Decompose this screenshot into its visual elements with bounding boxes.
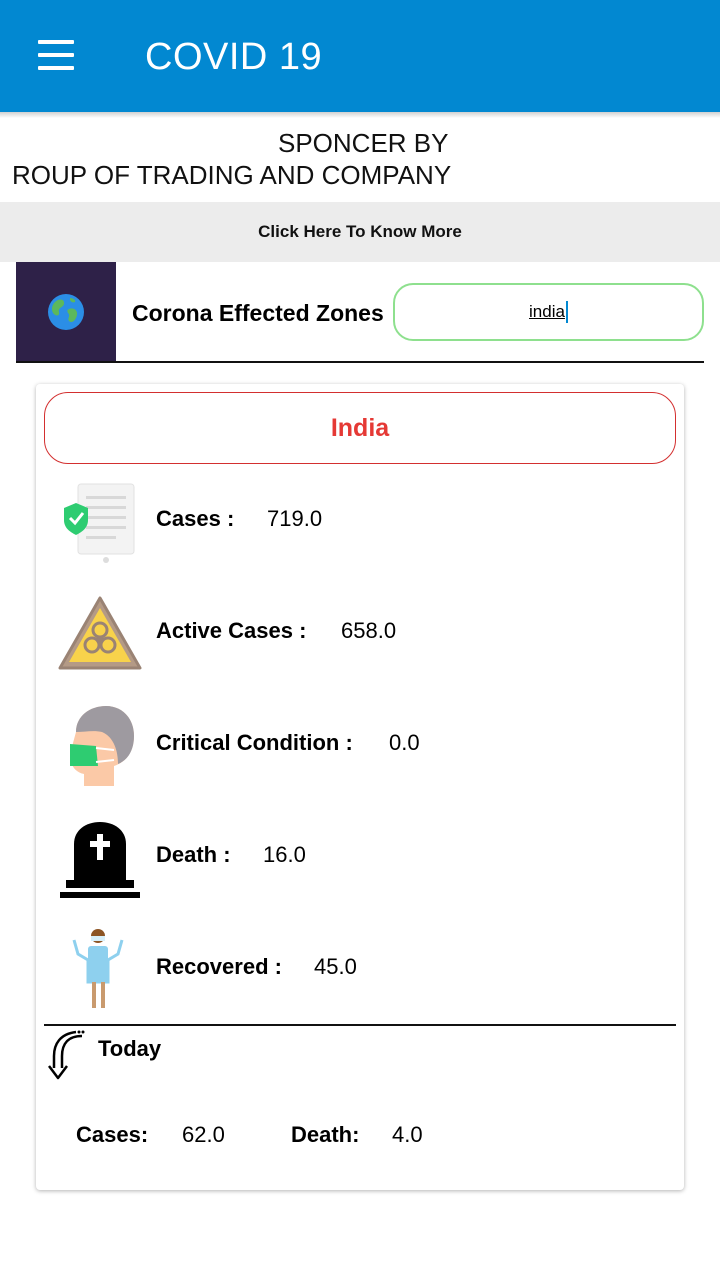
today-divider xyxy=(44,1024,676,1026)
stat-label: Recovered : xyxy=(156,954,282,979)
hamburger-menu-icon[interactable] xyxy=(36,40,76,70)
stat-value: 16.0 xyxy=(263,842,306,867)
app-bar: COVID 19 xyxy=(0,0,720,112)
app-title: COVID 19 xyxy=(145,36,323,78)
stat-label: Cases : xyxy=(156,506,235,531)
today-cases-label: Cases: xyxy=(76,1122,149,1147)
stat-row-death: Death : 16.0 xyxy=(56,814,656,904)
today-cases-value: 62.0 xyxy=(182,1122,225,1147)
recovered-person-icon xyxy=(56,926,144,1014)
zones-header: Corona Effected Zones india xyxy=(16,262,704,362)
stat-row-critical: Critical Condition : 0.0 xyxy=(56,702,656,792)
stat-row-recovered: Recovered : 45.0 xyxy=(56,926,656,1016)
down-arrow-icon xyxy=(48,1030,85,1080)
stat-row-active-cases: Active Cases : 658.0 xyxy=(56,590,656,680)
country-search-input[interactable]: india xyxy=(393,283,704,341)
stat-row-cases: Cases : 719.0 xyxy=(56,478,656,568)
text-cursor xyxy=(565,301,568,323)
search-input-value: india xyxy=(529,302,565,321)
stat-value: 0.0 xyxy=(389,730,420,755)
biohazard-icon xyxy=(56,590,144,678)
stat-label: Critical Condition : xyxy=(156,730,353,755)
sponsor-banner: SPONCER BY ROUP OF TRADING AND COMPANY xyxy=(0,126,720,198)
sponsor-name-text: ROUP OF TRADING AND COMPANY xyxy=(12,160,452,190)
sponsor-by-text: SPONCER BY xyxy=(278,128,449,158)
zones-label: Corona Effected Zones xyxy=(132,300,384,326)
divider xyxy=(16,361,704,363)
shield-document-icon xyxy=(56,478,144,566)
today-death-value: 4.0 xyxy=(392,1122,423,1147)
stats-card: India Cases : 719.0 Active Cases: 658.0… xyxy=(36,384,684,1190)
stat-label: Active Cases : xyxy=(156,618,307,643)
stat-value: 45.0 xyxy=(314,954,357,979)
today-death-label: Death: xyxy=(291,1122,360,1147)
tombstone-icon xyxy=(56,814,144,902)
globe-icon xyxy=(16,262,116,362)
masked-face-icon xyxy=(56,702,144,790)
stat-label: Death : xyxy=(156,842,231,867)
know-more-button[interactable]: Click Here To Know More xyxy=(0,202,720,262)
app-bar-shadow xyxy=(0,112,720,118)
stat-value: 719.0 xyxy=(267,506,323,531)
stat-value: 658.0 xyxy=(341,618,397,643)
country-name-button[interactable]: India xyxy=(44,392,676,464)
today-label: Today xyxy=(98,1036,162,1061)
